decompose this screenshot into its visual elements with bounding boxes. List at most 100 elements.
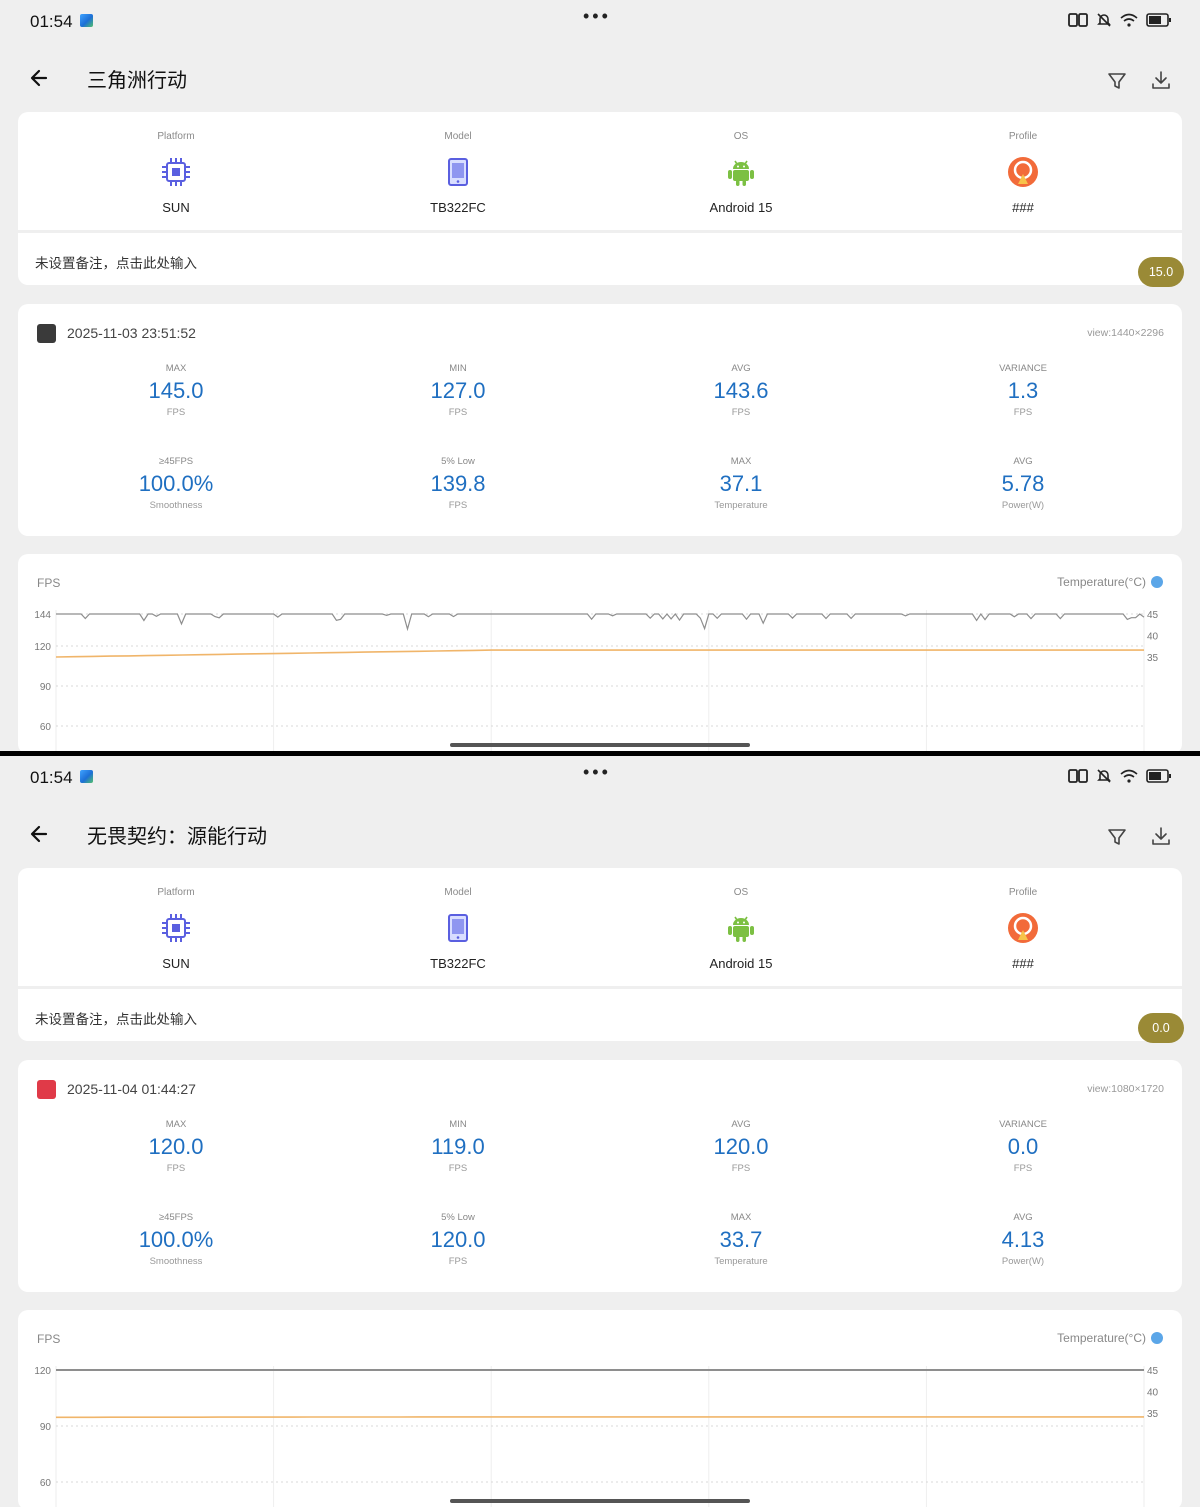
- dual-screen-icon: [1068, 769, 1088, 783]
- metric-label: 5% Low: [441, 456, 475, 467]
- metric-item: MIN 119.0 FPS: [358, 1118, 558, 1176]
- metric-label: MAX: [730, 456, 752, 467]
- metric-unit: Smoothness: [149, 1256, 203, 1267]
- y2-tick-label: 35: [1147, 653, 1159, 664]
- status-bar: 01:54 •••: [0, 0, 1200, 44]
- score-badge: 15.0: [1138, 257, 1184, 287]
- metric-unit: FPS: [448, 407, 468, 418]
- status-bar: 01:54 •••: [0, 756, 1200, 800]
- metric-label: MAX: [730, 1212, 752, 1223]
- metric-item: 5% Low 120.0 FPS: [358, 1211, 558, 1269]
- device-value: SUN: [162, 200, 190, 215]
- fps-chart-card: FPS Temperature(°C) 120 90 60 45 40 35: [18, 1310, 1182, 1507]
- page-title: 无畏契约：源能行动: [87, 826, 267, 848]
- metric-unit: Temperature: [714, 500, 768, 511]
- note-input[interactable]: 未设置备注，点击此处输入: [35, 252, 197, 272]
- metric-unit: FPS: [448, 500, 468, 511]
- app-header: 无畏契约：源能行动: [0, 808, 1200, 860]
- metric-unit: FPS: [448, 1163, 468, 1174]
- note-input[interactable]: 未设置备注，点击此处输入: [35, 1008, 197, 1028]
- tablet-icon: [448, 158, 468, 186]
- status-time: 01:54: [30, 12, 73, 31]
- metric-item: 5% Low 139.8 FPS: [358, 455, 558, 513]
- device-info-card: Platform SUN Model TB322FC OS Android 15…: [18, 868, 1182, 986]
- device-label: Platform: [157, 131, 195, 142]
- metric-value: 33.7: [719, 1227, 763, 1252]
- home-indicator[interactable]: [450, 743, 750, 747]
- more-dots-icon[interactable]: •••: [583, 6, 611, 27]
- chip-icon: [162, 158, 190, 186]
- back-arrow-icon[interactable]: [26, 820, 54, 848]
- device-value: ###: [1012, 200, 1034, 215]
- metric-item: AVG 5.78 Power(W): [923, 455, 1123, 513]
- metric-label: AVG: [1013, 456, 1033, 467]
- metric-label: ≥45FPS: [158, 1212, 194, 1223]
- y-tick-label: 90: [40, 682, 52, 693]
- wifi-icon: [1120, 769, 1138, 783]
- metric-label: 5% Low: [441, 1212, 475, 1223]
- metric-value: 37.1: [719, 471, 763, 496]
- notification-app-icon: [80, 770, 93, 783]
- home-indicator[interactable]: [450, 1499, 750, 1503]
- y2-tick-label: 40: [1147, 1388, 1159, 1399]
- android-icon: [728, 916, 754, 942]
- metric-item: MAX 120.0 FPS: [76, 1118, 276, 1176]
- metric-unit: FPS: [1013, 1163, 1033, 1174]
- download-icon[interactable]: [1150, 825, 1172, 847]
- device-label: Profile: [1008, 887, 1038, 898]
- metric-item: AVG 143.6 FPS: [641, 362, 841, 420]
- app-header: 三角洲行动: [0, 52, 1200, 104]
- view-resolution: view:1080×1720: [1087, 1083, 1164, 1095]
- device-value: SUN: [162, 956, 190, 971]
- download-icon[interactable]: [1150, 69, 1172, 91]
- back-arrow-icon[interactable]: [26, 64, 54, 92]
- metric-value: 1.3: [1007, 378, 1039, 403]
- metric-unit: FPS: [166, 407, 186, 418]
- temperature-series-line: [55, 649, 1144, 658]
- metric-value: 100.0%: [138, 471, 214, 496]
- mute-bell-icon: [1097, 13, 1111, 27]
- device-label: OS: [733, 887, 749, 898]
- profile-icon: [1008, 913, 1038, 943]
- screen-panel: 01:54 ••• 无畏契约：源能行动 Platform SUN Model T…: [0, 756, 1200, 1507]
- more-dots-icon[interactable]: •••: [583, 762, 611, 783]
- session-datetime: 2025-11-04 01:44:27: [67, 1081, 196, 1097]
- metric-item: MAX 37.1 Temperature: [641, 455, 841, 513]
- device-value: TB322FC: [430, 200, 486, 215]
- filter-icon[interactable]: [1106, 826, 1128, 848]
- y2-tick-label: 45: [1147, 1366, 1159, 1377]
- battery-icon: [1146, 769, 1171, 783]
- metric-label: MIN: [449, 363, 467, 374]
- session-datetime: 2025-11-03 23:51:52: [67, 325, 196, 341]
- y-tick-label: 60: [40, 722, 52, 733]
- score-badge: 0.0: [1138, 1013, 1184, 1043]
- fps-chart: 144 120 90 60 45 40 35: [34, 610, 1159, 751]
- metric-unit: Power(W): [1001, 1256, 1045, 1267]
- fps-chart: 120 90 60 45 40 35: [34, 1366, 1159, 1507]
- device-value: ###: [1012, 956, 1034, 971]
- metric-item: AVG 4.13 Power(W): [923, 1211, 1123, 1269]
- metric-value: 145.0: [148, 378, 204, 403]
- note-card[interactable]: 未设置备注，点击此处输入 0.0: [18, 989, 1184, 1043]
- screen-panel: 01:54 ••• 三角洲行动 Platform SUN Model TB322…: [0, 0, 1200, 751]
- device-label: Platform: [157, 887, 195, 898]
- session-stats-card[interactable]: 2025-11-03 23:51:52 view:1440×2296 MAX 14…: [18, 304, 1182, 536]
- session-stats-card[interactable]: 2025-11-04 01:44:27 view:1080×1720 MAX 12…: [18, 1060, 1182, 1292]
- metric-value: 100.0%: [138, 1227, 214, 1252]
- metric-value: 0.0: [1007, 1134, 1039, 1159]
- metric-item: MIN 127.0 FPS: [358, 362, 558, 420]
- chip-icon: [162, 914, 190, 942]
- game-icon: [37, 1080, 56, 1099]
- device-value: Android 15: [709, 200, 773, 215]
- metric-value: 5.78: [1001, 471, 1045, 496]
- filter-icon[interactable]: [1106, 70, 1128, 92]
- metric-value: 120.0: [713, 1134, 769, 1159]
- y2-tick-label: 40: [1147, 632, 1159, 643]
- system-icons: [1068, 12, 1172, 28]
- y-tick-label: 90: [40, 1422, 52, 1433]
- metric-value: 119.0: [431, 1134, 485, 1159]
- metric-label: AVG: [731, 363, 751, 374]
- device-label: OS: [733, 131, 749, 142]
- wifi-icon: [1120, 13, 1138, 27]
- note-card[interactable]: 未设置备注，点击此处输入 15.0: [18, 233, 1184, 287]
